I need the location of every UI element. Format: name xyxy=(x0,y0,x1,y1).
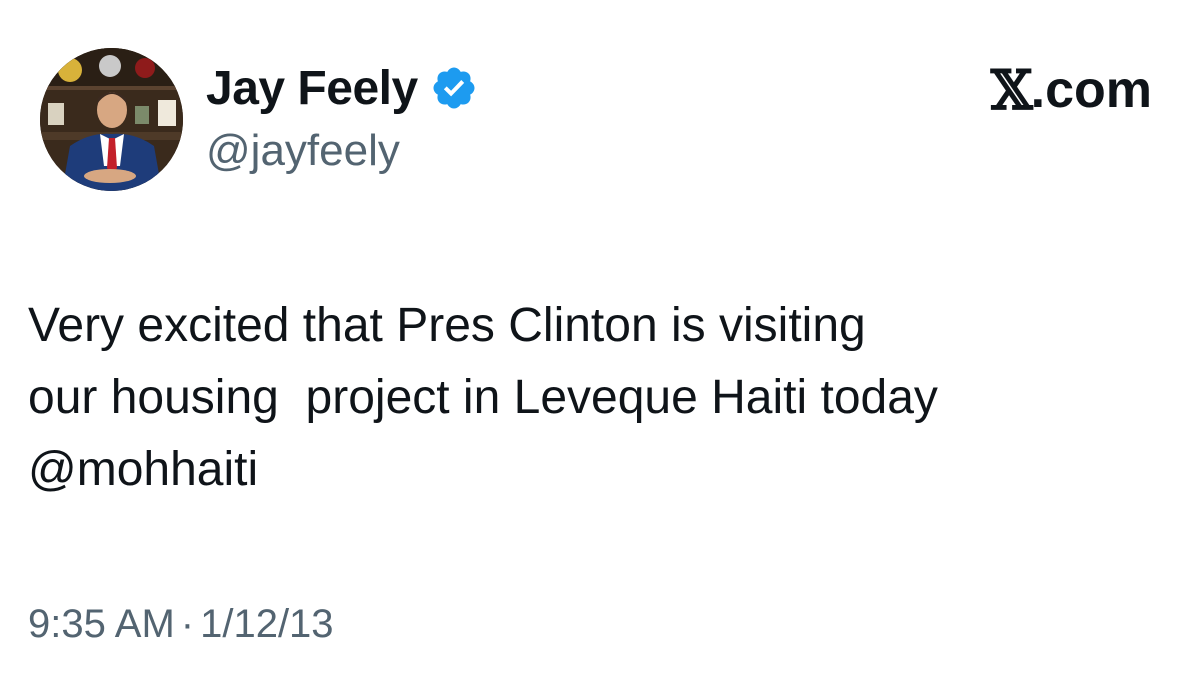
tweet-text-line: Very excited that Pres Clinton is visiti… xyxy=(28,299,866,352)
verified-badge-icon[interactable] xyxy=(430,64,478,112)
author-name-row: Jay Feely xyxy=(206,58,478,118)
tweet-mention-line[interactable]: @mohhaiti xyxy=(28,434,1178,506)
tweet-timestamp[interactable]: 9:35 AM · 1/12/13 xyxy=(28,602,334,647)
avatar[interactable] xyxy=(40,48,183,191)
timestamp-separator: · xyxy=(180,602,195,646)
author-display-name[interactable]: Jay Feely xyxy=(206,61,418,116)
x-logo-icon: 𝕏 xyxy=(990,58,1033,122)
brand-domain: .com xyxy=(1030,61,1152,119)
tweet-time: 9:35 AM xyxy=(28,602,175,646)
tweet-text-line: our housing project in Leveque Haiti tod… xyxy=(28,371,938,424)
author-handle[interactable]: @jayfeely xyxy=(206,126,400,176)
tweet-date: 1/12/13 xyxy=(200,602,334,646)
tweet-text: Very excited that Pres Clinton is visiti… xyxy=(28,290,1178,506)
avatar-photo xyxy=(40,48,183,191)
brand-watermark: 𝕏 .com xyxy=(991,62,1152,118)
